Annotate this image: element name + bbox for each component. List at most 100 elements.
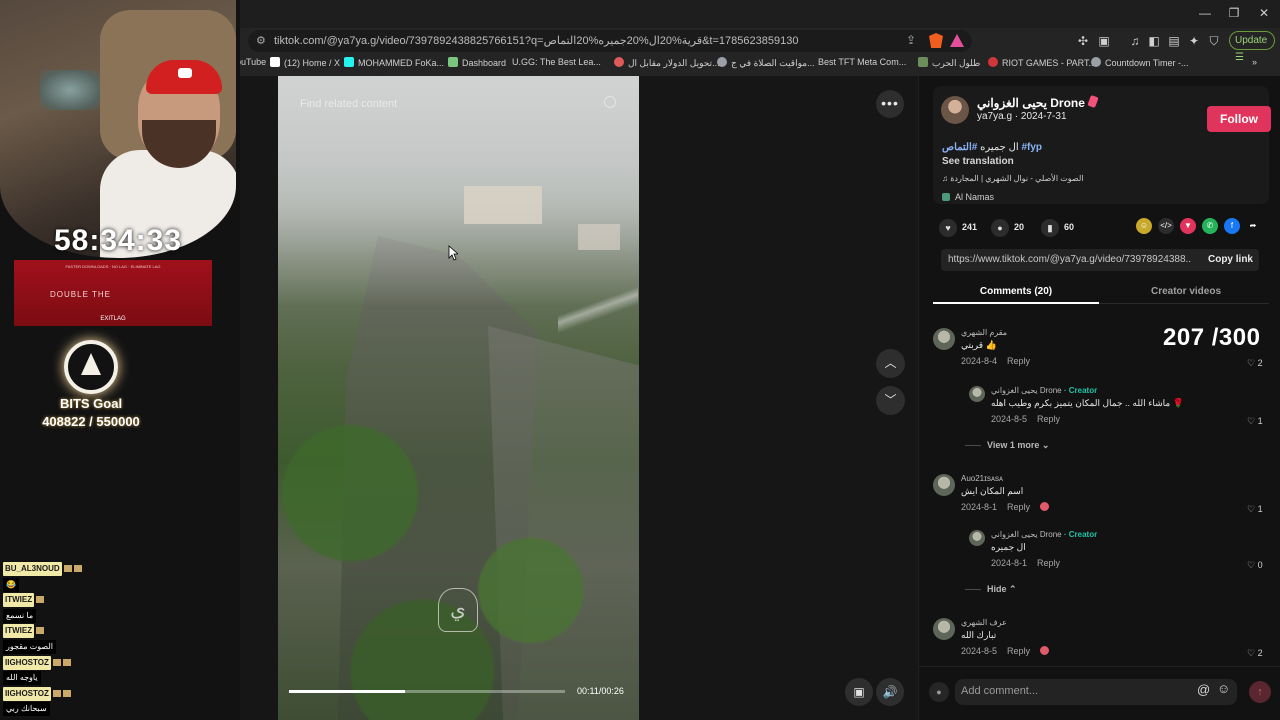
favorite-button[interactable]: ▮ 60 — [1041, 216, 1074, 238]
commenter-avatar[interactable] — [969, 386, 985, 402]
comment-like-button[interactable]: ♡ 2 — [1247, 648, 1263, 659]
comment-like-button[interactable]: ♡ 2 — [1247, 358, 1263, 369]
search-icon[interactable] — [604, 96, 616, 108]
reply-button[interactable]: Reply — [1007, 646, 1030, 656]
brave-shields-icon[interactable] — [929, 33, 943, 48]
site-settings-icon[interactable]: ⚙ — [256, 34, 266, 47]
find-related-search[interactable]: Find related content — [300, 98, 397, 110]
video-time: 00:11/00:26 — [577, 686, 624, 696]
bookmark-7[interactable]: Best TFT Meta Com... — [818, 57, 906, 67]
bookmark-10[interactable]: Countdown Timer -... — [1091, 57, 1189, 68]
minimize-button[interactable]: — — [1190, 4, 1220, 22]
share-page-icon[interactable]: ⇪ — [906, 33, 916, 47]
bookmark-5[interactable]: تحويل الدولار مقابل ال... — [614, 57, 720, 69]
comment-button[interactable]: ● 20 — [991, 216, 1024, 238]
comment-like-button[interactable]: ♡ 1 — [1247, 416, 1263, 427]
music-link[interactable]: ♫ الصوت الأصلي - نوال الشهري | المجاردة — [942, 174, 1084, 183]
leo-ai-icon[interactable]: ✦ — [1186, 33, 1202, 49]
bookmarks-overflow-icon[interactable]: » — [1252, 57, 1257, 67]
maximize-button[interactable]: ❐ — [1219, 4, 1249, 22]
bookmark-9[interactable]: RIOT GAMES - PART... — [988, 57, 1096, 68]
address-bar[interactable]: ⚙ tiktok.com/@ya7ya.g/video/739789243882… — [248, 30, 972, 52]
hide-replies[interactable]: Hide ⌃ — [965, 584, 1017, 595]
whatsapp-icon[interactable]: ✆ — [1202, 218, 1218, 234]
bookmark-label: مواقيت الصلاة في ج... — [731, 58, 815, 68]
more-options-button[interactable]: ••• — [876, 90, 904, 118]
video-player[interactable]: Find related content ي — [278, 76, 639, 720]
bookmark-4[interactable]: U.GG: The Best Lea... — [512, 57, 601, 67]
sidebar-icon[interactable]: ◧ — [1146, 33, 1162, 49]
chat-message: 😂 — [3, 577, 19, 592]
tab-creator-videos[interactable]: Creator videos — [1103, 286, 1269, 297]
mouse-cursor-icon — [448, 245, 458, 261]
chat-line: سبحانك ربي — [3, 702, 113, 718]
view-more-label: View 1 more — [987, 440, 1040, 450]
hashtag-link[interactable]: #fyp — [1021, 142, 1042, 153]
next-video-button[interactable]: ﹀ — [876, 386, 905, 415]
mention-icon[interactable]: @ — [1197, 682, 1210, 697]
facebook-icon[interactable]: f — [1224, 218, 1240, 234]
share-arrow-icon[interactable]: ➦ — [1245, 218, 1261, 234]
vpn-shield-icon[interactable]: ⛉ — [1206, 33, 1222, 49]
bookmark-3[interactable]: Dashboard — [448, 57, 506, 68]
commenter-name[interactable]: Auo21ɪsᴀsᴀ — [961, 474, 1003, 483]
reply-button[interactable]: Reply — [1007, 356, 1030, 366]
copy-link-button[interactable]: Copy link — [1208, 254, 1253, 265]
bookmark-6[interactable]: مواقيت الصلاة في ج... — [717, 57, 815, 69]
screenshot-icon[interactable]: ▣ — [1096, 33, 1112, 49]
embed-icon[interactable]: </> — [1158, 218, 1174, 234]
previous-video-button[interactable]: ︿ — [876, 349, 905, 378]
commenter-avatar[interactable] — [933, 474, 955, 496]
send-icon[interactable]: ▼ — [1180, 218, 1196, 234]
media-controls-icon[interactable]: ♫ — [1127, 33, 1143, 49]
reply-button[interactable]: Reply — [1007, 502, 1030, 512]
comment-like-button[interactable]: ♡ 1 — [1247, 504, 1263, 515]
view-more-replies[interactable]: View 1 more ⌄ — [965, 440, 1049, 451]
commenter-name-text: يحيى الغزواني Drone — [991, 386, 1062, 395]
volume-button[interactable]: 🔊 — [876, 678, 904, 706]
post-info-card: يحيى الغزواني Drone ya7ya.g · 2024-7-31 … — [933, 86, 1271, 204]
tab-comments[interactable]: Comments (20) — [933, 286, 1099, 297]
like-button[interactable]: ♥ 241 — [939, 216, 977, 238]
commenter-name[interactable]: مقرم الشهري — [961, 328, 1007, 337]
chat-username: ITWIEZ — [3, 593, 35, 608]
bookmark-0[interactable]: ouTube — [236, 57, 266, 67]
author-avatar[interactable] — [941, 96, 969, 124]
chat-badge-icon — [36, 627, 45, 635]
wallet-icon[interactable]: ▤ — [1166, 33, 1182, 49]
update-button[interactable]: Update ☰ — [1229, 31, 1275, 63]
see-translation-link[interactable]: See translation — [942, 156, 1014, 167]
follow-button[interactable]: Follow — [1207, 106, 1271, 132]
bookmark-8[interactable]: طلول الحرب — [918, 57, 980, 69]
friends-share-icon[interactable]: ☺ — [1136, 218, 1152, 234]
reply-button[interactable]: Reply — [1037, 558, 1060, 568]
brave-rewards-icon[interactable] — [950, 34, 964, 47]
video-progress-bar[interactable] — [289, 690, 565, 693]
emoji-icon[interactable]: ☺ — [1217, 681, 1230, 696]
chat-badge-icon — [62, 689, 71, 697]
bookmark-2[interactable]: MOHAMMED FoKa... — [344, 57, 444, 68]
commenter-avatar[interactable] — [933, 618, 955, 640]
commenter-name[interactable]: عرف الشهري — [961, 618, 1007, 627]
active-tab-indicator — [933, 302, 1099, 304]
post-comment-button[interactable]: ↑ — [1249, 681, 1271, 703]
reply-button[interactable]: Reply — [1037, 414, 1060, 424]
video-link[interactable]: https://www.tiktok.com/@ya7ya.g/video/73… — [948, 254, 1192, 265]
commenter-avatar[interactable] — [933, 328, 955, 350]
hilltop-building — [464, 186, 542, 224]
comment-like-button[interactable]: ♡ 0 — [1247, 560, 1263, 571]
commenter-name[interactable]: يحيى الغزواني Drone · Creator — [991, 530, 1097, 539]
floating-player-button[interactable]: ▣ — [845, 678, 873, 706]
hashtag-link[interactable]: #التماص — [942, 142, 977, 153]
bookmark-1[interactable]: (12) Home / X — [270, 57, 340, 68]
location-link[interactable]: Al Namas — [942, 192, 994, 202]
update-label: Update — [1235, 35, 1268, 46]
commenter-name[interactable]: يحيى الغزواني Drone · Creator — [991, 386, 1097, 395]
add-comment-input[interactable]: Add comment... — [955, 679, 1237, 705]
close-window-button[interactable]: ✕ — [1249, 4, 1279, 22]
extensions-icon[interactable]: ✣ — [1075, 33, 1091, 49]
commenter-avatar[interactable] — [969, 530, 985, 546]
author-name[interactable]: يحيى الغزواني Drone — [977, 94, 1099, 110]
mic-icon[interactable]: ● — [929, 682, 949, 702]
comment-text: تبارك الله — [961, 630, 997, 640]
